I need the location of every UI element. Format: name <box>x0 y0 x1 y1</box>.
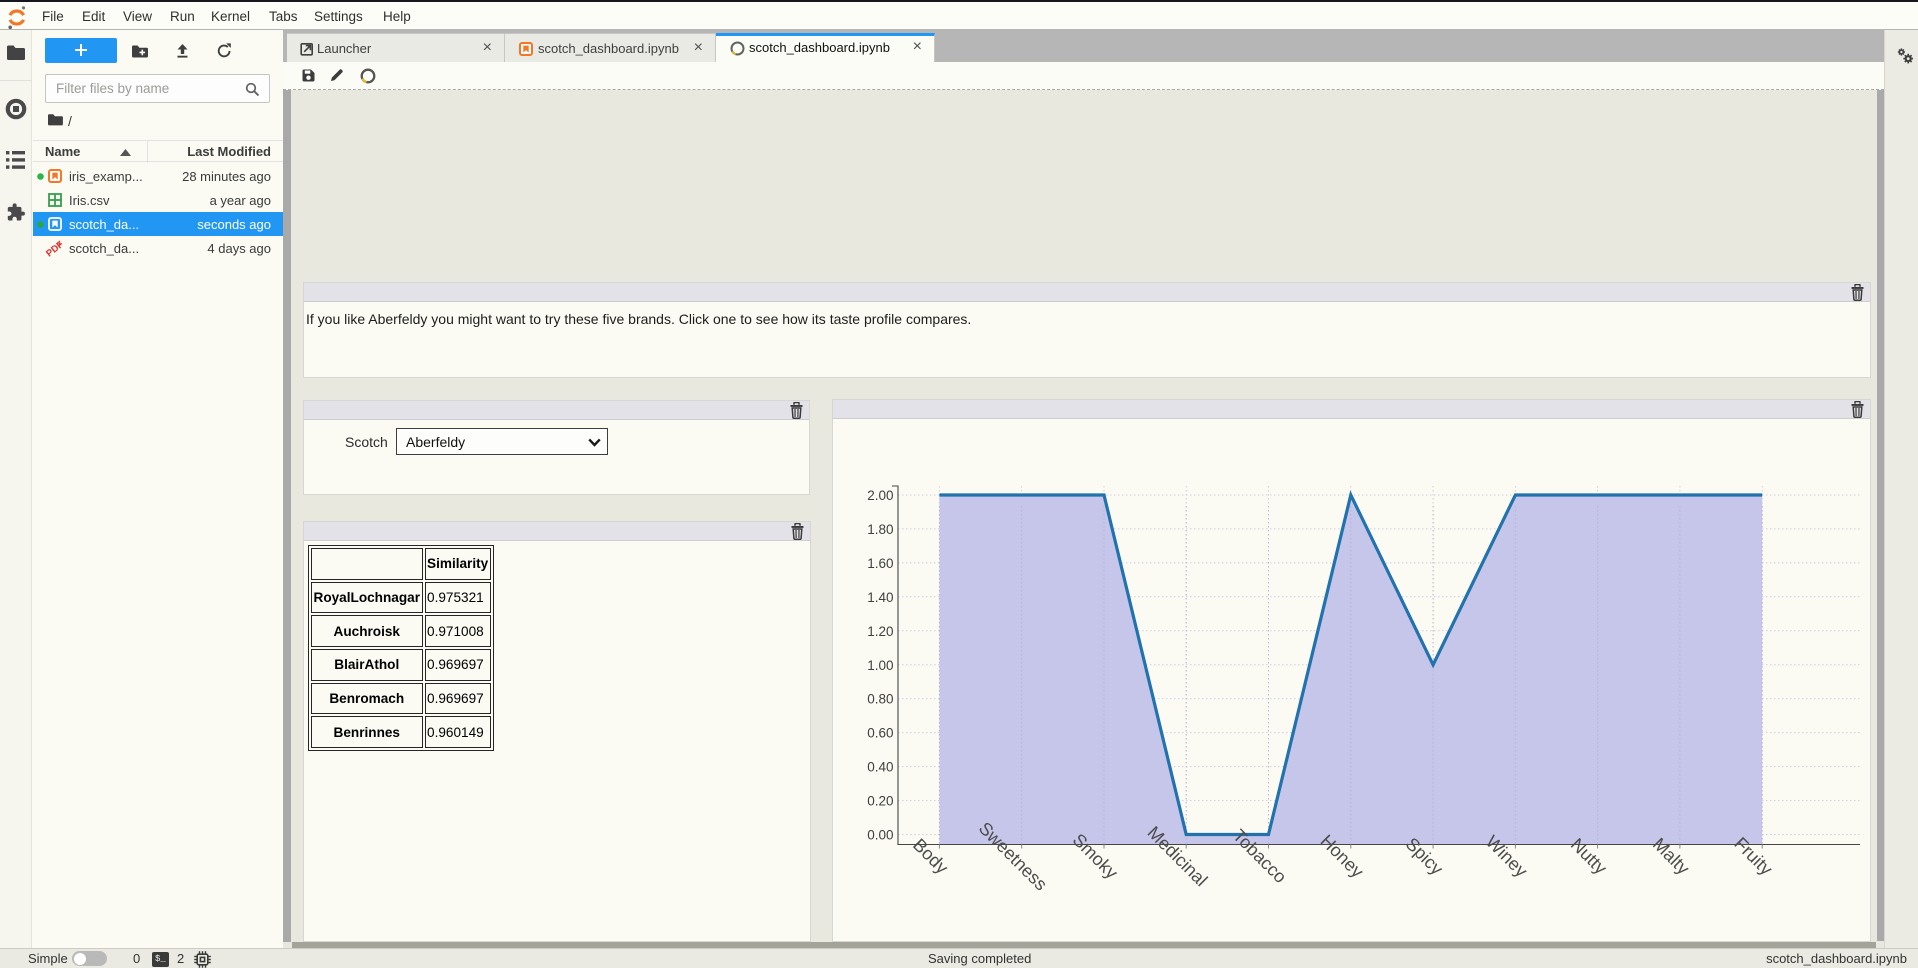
svg-text:2.00: 2.00 <box>867 488 893 503</box>
svg-text:0.20: 0.20 <box>867 794 893 809</box>
svg-text:1.20: 1.20 <box>867 624 893 639</box>
svg-text:0.60: 0.60 <box>867 726 893 741</box>
svg-text:1.40: 1.40 <box>867 590 893 605</box>
svg-text:1.80: 1.80 <box>867 522 893 537</box>
svg-text:0.40: 0.40 <box>867 760 893 775</box>
svg-text:1.00: 1.00 <box>867 658 893 673</box>
svg-text:1.60: 1.60 <box>867 556 893 571</box>
svg-text:PDF: PDF <box>45 240 63 257</box>
svg-text:0.00: 0.00 <box>867 828 893 843</box>
svg-text:0.80: 0.80 <box>867 692 893 707</box>
